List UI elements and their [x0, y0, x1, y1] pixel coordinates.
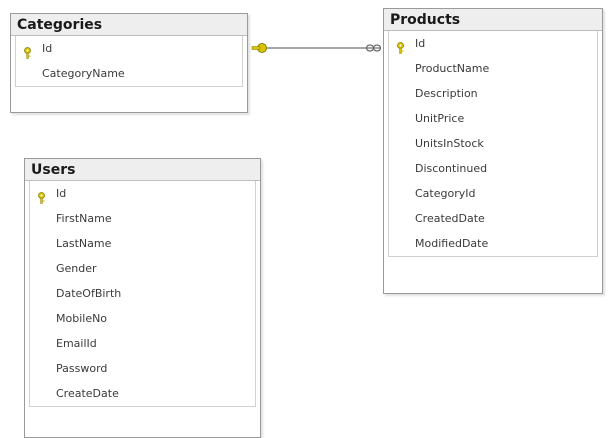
column-row[interactable]: CreatedDate [389, 206, 597, 231]
column-name: Gender [56, 262, 97, 275]
column-name: FirstName [56, 212, 112, 225]
column-name: LastName [56, 237, 112, 250]
table-categories[interactable]: Categories Id CategoryName [10, 13, 248, 113]
column-row[interactable]: CategoryName [16, 61, 242, 86]
column-name: UnitPrice [415, 112, 465, 125]
diagram-canvas: Categories Id CategoryName Products Id Pro… [0, 0, 610, 438]
column-name: Id [415, 37, 426, 50]
column-row[interactable]: Password [30, 356, 255, 381]
column-name: DateOfBirth [56, 287, 122, 300]
column-name: Password [56, 362, 108, 375]
column-name: MobileNo [56, 312, 108, 325]
column-row[interactable]: DateOfBirth [30, 281, 255, 306]
column-name: EmailId [56, 337, 97, 350]
table-users[interactable]: Users Id FirstName LastName Gender DateOfBir… [24, 158, 261, 438]
table-title: Products [384, 9, 602, 31]
column-row[interactable]: MobileNo [30, 306, 255, 331]
table-body: Id CategoryName [11, 36, 247, 87]
column-row[interactable]: FirstName [30, 206, 255, 231]
column-row[interactable]: ModifiedDate [389, 231, 597, 256]
column-row[interactable]: Id [16, 36, 242, 61]
column-row[interactable]: Discontinued [389, 156, 597, 181]
column-name: CategoryId [415, 187, 476, 200]
table-title: Categories [11, 14, 247, 36]
column-row[interactable]: Gender [30, 256, 255, 281]
column-name: Description [415, 87, 478, 100]
column-name: CreateDate [56, 387, 119, 400]
column-row[interactable]: ProductName [389, 56, 597, 81]
key-icon [251, 43, 267, 53]
column-row[interactable]: UnitsInStock [389, 131, 597, 156]
table-products[interactable]: Products Id ProductName Description UnitPri… [383, 8, 603, 294]
column-list: Id ProductName Description UnitPrice UnitsIn… [388, 31, 598, 257]
column-row[interactable]: UnitPrice [389, 106, 597, 131]
table-title: Users [25, 159, 260, 181]
column-name: UnitsInStock [415, 137, 484, 150]
column-row[interactable]: EmailId [30, 331, 255, 356]
column-name: CategoryName [42, 67, 125, 80]
infinity-icon [365, 44, 382, 52]
column-row[interactable]: LastName [30, 231, 255, 256]
column-list: Id FirstName LastName Gender DateOfBirth Mobi… [29, 181, 256, 407]
column-name: ProductName [415, 62, 490, 75]
column-row[interactable]: CategoryId [389, 181, 597, 206]
column-row[interactable]: CreateDate [30, 381, 255, 406]
column-row[interactable]: Description [389, 81, 597, 106]
column-name: Id [42, 42, 53, 55]
primary-key-icon [395, 38, 406, 54]
column-name: ModifiedDate [415, 237, 489, 250]
column-row[interactable]: Id [30, 181, 255, 206]
table-body: Id ProductName Description UnitPrice UnitsIn… [384, 31, 602, 257]
column-name: Id [56, 187, 67, 200]
column-list: Id CategoryName [15, 36, 243, 87]
primary-key-icon [22, 43, 33, 59]
column-name: Discontinued [415, 162, 488, 175]
primary-key-icon [36, 188, 47, 204]
column-name: CreatedDate [415, 212, 485, 225]
column-row[interactable]: Id [389, 31, 597, 56]
table-body: Id FirstName LastName Gender DateOfBirth Mobi… [25, 181, 260, 407]
